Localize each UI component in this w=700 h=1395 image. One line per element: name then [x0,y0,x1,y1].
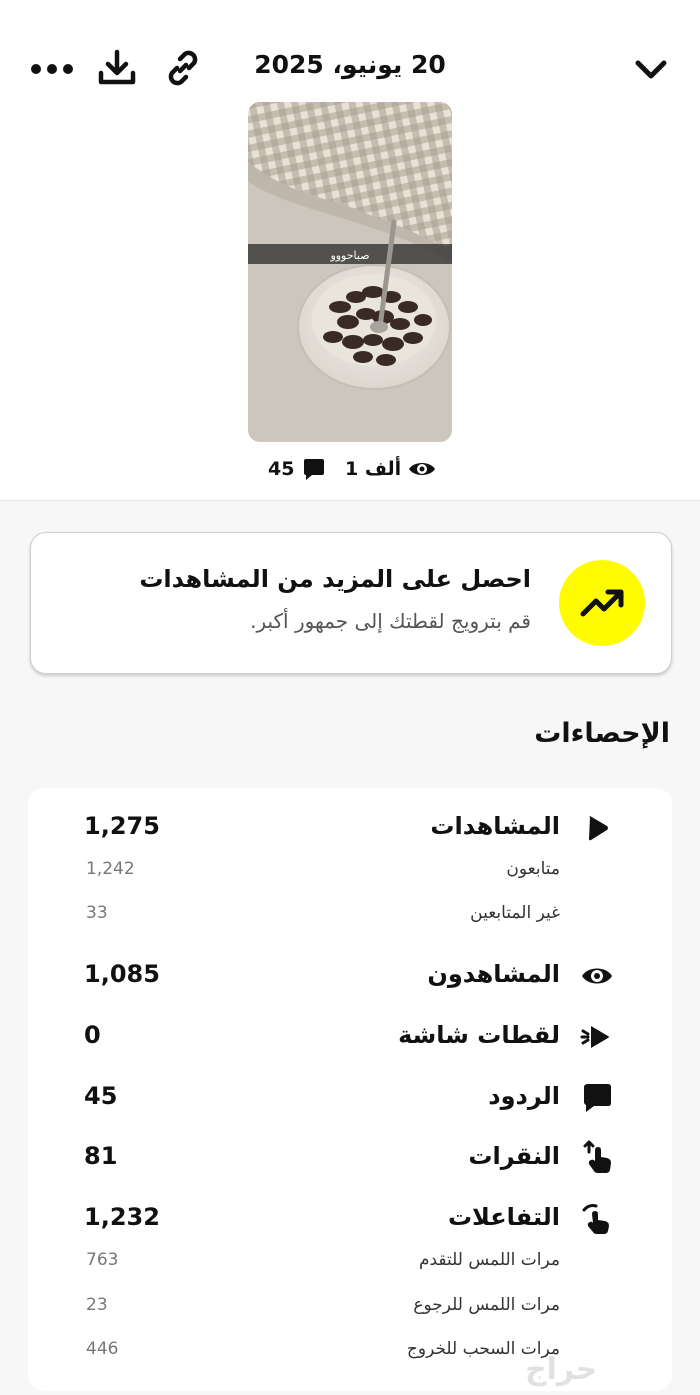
tap-icon [583,1140,611,1173]
stat-interactions-label: التفاعلات [447,1203,560,1231]
stats-heading: الإحصاءات [534,718,670,749]
stats-card: المشاهدات 1,275 متابعون 1,242 غير المتاب… [28,788,672,1391]
more-icon[interactable] [30,60,74,78]
stat-replies-value: 45 [84,1082,118,1110]
link-icon[interactable] [162,47,204,89]
stat-viewers-value: 1,085 [84,960,160,988]
snap-thumbnail[interactable]: صباحووو [248,102,452,442]
promote-subtitle: قم بترويج لقطتك إلى جمهور أكبر. [250,609,531,633]
replies-count: 45 [268,455,326,483]
stat-nonfollowers-label: غير المتابعين [470,903,560,923]
download-icon[interactable] [96,47,138,89]
promote-badge [559,560,645,646]
stat-interactions-value: 1,232 [84,1203,160,1231]
stat-swipe-exit-value: 446 [86,1339,119,1359]
views-count-label: 1 ألف [345,458,402,480]
swipe-icon [582,1204,609,1234]
play-icon [589,816,608,841]
stat-views-label: المشاهدات [430,812,560,840]
stat-taps-label: النقرات [468,1142,560,1170]
snap-preview-section: 20 يونيو، 2025 صباحووو 1 ألف 45 [0,0,700,501]
stat-tap-back-label: مرات اللمس للرجوع [413,1295,560,1315]
stat-tap-forward-label: مرات اللمس للتقدم [418,1250,560,1270]
stat-nonfollowers-value: 33 [86,903,108,923]
stat-tap-forward-value: 763 [86,1250,119,1270]
replies-count-label: 45 [268,458,295,480]
stat-taps-value: 81 [84,1142,118,1170]
stat-screenshots-label: لقطات شاشة [398,1021,560,1049]
stat-views-value: 1,275 [84,812,160,840]
trending-up-icon [580,589,624,617]
chat-bubble-icon [304,459,325,480]
stat-replies-label: الردود [488,1082,560,1110]
eye-icon [582,968,612,984]
stat-followers-label: متابعون [506,859,560,879]
snap-image: صباحووو [248,102,452,442]
promote-title: احصل على المزيد من المشاهدات [139,565,531,593]
stat-screenshots-value: 0 [84,1021,101,1049]
views-count: 1 ألف [345,455,437,483]
promote-card[interactable]: احصل على المزيد من المشاهدات قم بترويج ل… [30,532,672,674]
chat-bubble-icon [584,1084,611,1112]
eye-icon [409,463,436,475]
stat-followers-value: 1,242 [86,859,135,879]
stat-viewers-label: المشاهدون [427,960,560,988]
stat-tap-back-value: 23 [86,1295,108,1315]
screenshot-icon [580,1026,609,1048]
snap-caption: صباحووو [329,249,369,262]
watermark: حراج [525,1352,598,1387]
